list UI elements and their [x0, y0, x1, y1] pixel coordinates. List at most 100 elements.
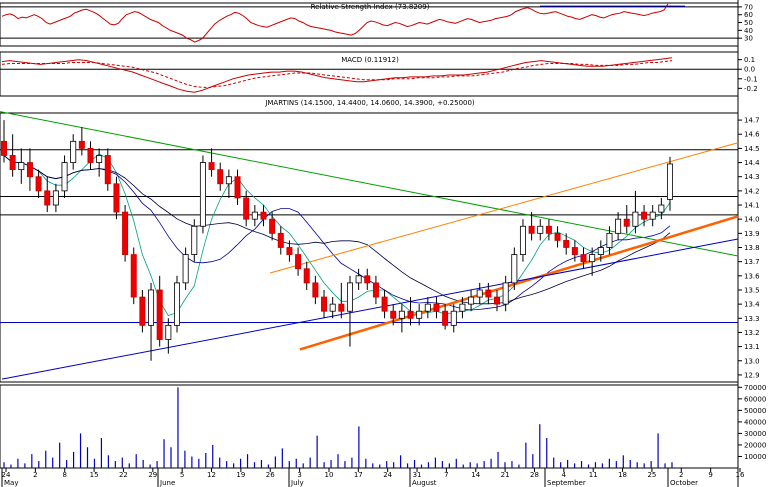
candle-body [130, 254, 137, 298]
price-panel [0, 111, 739, 380]
candle-body [191, 225, 198, 255]
candle-body [104, 155, 111, 185]
xtick-label: 25 [647, 471, 656, 479]
macd-ytick-label: 0.0 [744, 66, 755, 74]
xtick-label: 4 [562, 471, 567, 479]
candle-body [416, 310, 423, 319]
price-ytick-label: 13.7 [744, 258, 760, 266]
candle-body [182, 254, 189, 284]
candle-body [61, 162, 68, 192]
volume-ytick-label: 30000 [744, 430, 766, 438]
volume-ytick-label: 10000 [744, 453, 766, 461]
month-label: October [670, 479, 698, 487]
xtick-label: 21 [501, 471, 510, 479]
candle-body [537, 225, 544, 234]
price-ytick-label: 13.8 [744, 244, 760, 252]
candle-body [78, 140, 85, 149]
candle-body [519, 225, 526, 255]
candle-body [667, 163, 673, 200]
candle-body [641, 211, 648, 220]
candle-body [208, 162, 215, 171]
candle-body [199, 162, 206, 227]
month-label: September [547, 479, 586, 487]
candle-body [450, 310, 457, 326]
candle-body [545, 225, 552, 234]
candle-body [597, 247, 604, 255]
month-label: July [290, 479, 304, 487]
trendline-orange [269, 142, 739, 274]
candle-body [658, 204, 665, 213]
price-ytick-label: 14.4 [744, 159, 760, 167]
month-label: June [159, 479, 175, 487]
ma-short-line [3, 153, 671, 316]
candle-body [148, 289, 155, 326]
xtick-label: 24 [2, 471, 11, 479]
candle-body [225, 176, 232, 185]
volume-ytick-label: 50000 [744, 407, 766, 415]
candle-body [355, 275, 362, 284]
price-ytick-label: 14.0 [744, 216, 760, 224]
price-ytick-label: 13.3 [744, 315, 760, 323]
volume-ytick-label: 70000 [744, 384, 766, 392]
candle-body [260, 211, 267, 220]
candle-body [424, 303, 431, 312]
candle-body [139, 296, 146, 326]
candle-body [511, 254, 518, 284]
candle-body [372, 282, 379, 298]
candle-body [442, 310, 449, 326]
candle-body [390, 310, 397, 319]
candle-body [122, 211, 129, 255]
candle-body [381, 296, 388, 312]
price-ytick-label: 14.7 [744, 117, 760, 125]
xtick-label: 26 [266, 471, 275, 479]
candle-body [286, 247, 293, 255]
candle-body [398, 310, 405, 319]
price-title: JMARTINS (14.1500, 14.4400, 14.0600, 14.… [264, 99, 475, 107]
price-ytick-label: 13.0 [744, 357, 760, 365]
xtick-label: 19 [236, 471, 245, 479]
xtick-label: 7 [444, 471, 448, 479]
price-ytick-label: 14.3 [744, 173, 760, 181]
candle-body [87, 147, 94, 163]
candle-body [243, 197, 250, 220]
price-ytick-label: 13.5 [744, 286, 760, 294]
candle-body [338, 303, 345, 312]
xtick-label: 29 [148, 471, 157, 479]
candle-body [649, 211, 656, 220]
price-ytick-label: 14.6 [744, 131, 760, 139]
xtick-label: 9 [708, 471, 712, 479]
candle-body [459, 303, 466, 312]
price-ytick-label: 13.4 [744, 301, 760, 309]
candle-body [277, 232, 284, 248]
macd-title: MACD (0.11912) [341, 56, 399, 64]
candle-body [1, 140, 7, 156]
rsi-ytick-label: 60 [744, 11, 753, 19]
xtick-label: 16 [736, 471, 745, 479]
ma-mid-line [3, 155, 671, 311]
price-ytick-label: 13.2 [744, 329, 760, 337]
trendline-blue [1, 238, 739, 380]
candle-body [528, 225, 535, 234]
xtick-label: 31 [413, 471, 422, 479]
price-ytick-label: 13.9 [744, 230, 760, 238]
price-ytick-label: 14.2 [744, 187, 760, 195]
xtick-label: 28 [530, 471, 539, 479]
vol-frame [0, 384, 739, 469]
candle-body [580, 254, 587, 263]
xtick-label: 12 [207, 471, 216, 479]
candle-body [632, 211, 639, 227]
candle-body [18, 162, 25, 171]
xtick-label: 8 [62, 471, 66, 479]
macd-ytick-label: 0.1 [744, 56, 755, 64]
candle-body [321, 296, 328, 312]
xtick-label: 17 [354, 471, 363, 479]
candle-body [364, 275, 371, 284]
price-ytick-label: 13.1 [744, 343, 760, 351]
stock-chart: 24 2 8 15 22 29 5 12 19 26 3 10 17 24 31 7 14 21 28 4 11 18 25… [0, 0, 766, 487]
candle-body [476, 289, 483, 298]
xtick-label: 11 [589, 471, 598, 479]
macd-ytick-label: -0.1 [744, 75, 758, 83]
candle-body [251, 211, 258, 220]
xtick-label: 2 [33, 471, 37, 479]
price-frame [0, 112, 739, 383]
